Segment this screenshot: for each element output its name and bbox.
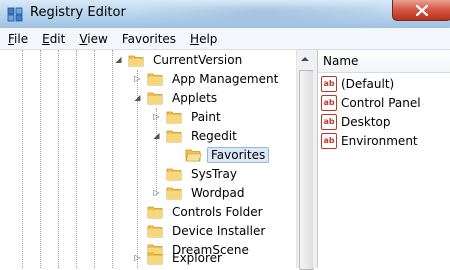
expand-arrow-icon[interactable]: ▷ <box>152 112 161 121</box>
title-bar: Registry Editor <box>0 0 450 29</box>
tree-item-device-installer[interactable]: Device Installer <box>147 221 268 240</box>
close-button[interactable] <box>392 0 450 21</box>
tree-item-currentversion[interactable]: ◢ CurrentVersion <box>114 50 245 69</box>
tree-guide-line <box>76 50 77 268</box>
ab-string-icon: ab <box>321 114 337 130</box>
ab-string-icon: ab <box>321 95 337 111</box>
collapse-arrow-icon[interactable]: ◢ <box>114 55 123 64</box>
column-header-name[interactable]: Name <box>318 50 450 73</box>
ab-string-icon: ab <box>321 133 337 149</box>
tree-vertical-scrollbar[interactable] <box>296 50 314 270</box>
values-list[interactable]: Name ab (Default) ab Control Panel ab De… <box>318 50 450 268</box>
folder-open-icon <box>147 92 163 104</box>
tree-item-wordpad[interactable]: ▷ Wordpad <box>152 183 247 202</box>
window-title: Registry Editor <box>30 5 126 20</box>
value-row-default[interactable]: ab (Default) <box>321 75 394 93</box>
value-row-desktop[interactable]: ab Desktop <box>321 113 391 131</box>
expand-arrow-icon[interactable]: ▷ <box>133 253 142 262</box>
folder-icon <box>166 111 182 123</box>
tree-guide-line <box>112 50 113 268</box>
expand-arrow-icon[interactable]: ▷ <box>152 188 161 197</box>
folder-icon <box>147 252 163 264</box>
menu-favorites[interactable]: Favorites <box>115 32 183 46</box>
folder-icon <box>147 73 163 85</box>
folder-icon <box>166 168 182 180</box>
menu-file[interactable]: File <box>0 32 35 46</box>
registry-tree[interactable]: ◢ CurrentVersion ▷ App Management ◢ Appl… <box>0 50 296 268</box>
menu-view[interactable]: View <box>72 32 114 46</box>
tree-item-favorites[interactable]: Favorites <box>185 145 270 164</box>
tree-item-paint[interactable]: ▷ Paint <box>152 107 224 126</box>
scroll-thumb[interactable] <box>299 70 314 270</box>
tree-guide-line <box>58 50 59 268</box>
folder-open-icon <box>185 149 201 161</box>
tree-item-regedit[interactable]: ◢ Regedit <box>152 126 240 145</box>
value-row-environment[interactable]: ab Environment <box>321 132 418 150</box>
collapse-arrow-icon[interactable]: ◢ <box>133 93 142 102</box>
value-row-control-panel[interactable]: ab Control Panel <box>321 94 421 112</box>
tree-item-app-management[interactable]: ▷ App Management <box>133 69 281 88</box>
expand-arrow-icon[interactable]: ▷ <box>133 74 142 83</box>
ab-string-icon: ab <box>321 76 337 92</box>
collapse-arrow-icon[interactable]: ◢ <box>152 131 161 140</box>
tree-item-explorer[interactable]: ▷ Explorer <box>133 248 225 267</box>
folder-icon <box>147 225 163 237</box>
menu-edit[interactable]: Edit <box>35 32 72 46</box>
menu-bar: File Edit View Favorites Help <box>0 28 450 50</box>
folder-open-icon <box>128 55 144 66</box>
scroll-up-arrow-icon[interactable] <box>300 54 310 64</box>
menu-help[interactable]: Help <box>183 32 224 46</box>
tree-item-controls-folder[interactable]: Controls Folder <box>147 202 266 221</box>
tree-guide-line <box>94 50 95 268</box>
registry-editor-icon <box>7 7 23 22</box>
blurred-title-area <box>140 6 380 22</box>
folder-icon <box>147 206 163 218</box>
tree-item-systray[interactable]: SysTray <box>166 164 240 183</box>
folder-icon <box>166 187 182 199</box>
tree-item-applets[interactable]: ◢ Applets <box>133 88 220 107</box>
close-icon <box>416 4 428 16</box>
folder-open-icon <box>166 130 182 142</box>
tree-guide-line <box>22 50 23 268</box>
tree-guide-line <box>40 50 41 268</box>
